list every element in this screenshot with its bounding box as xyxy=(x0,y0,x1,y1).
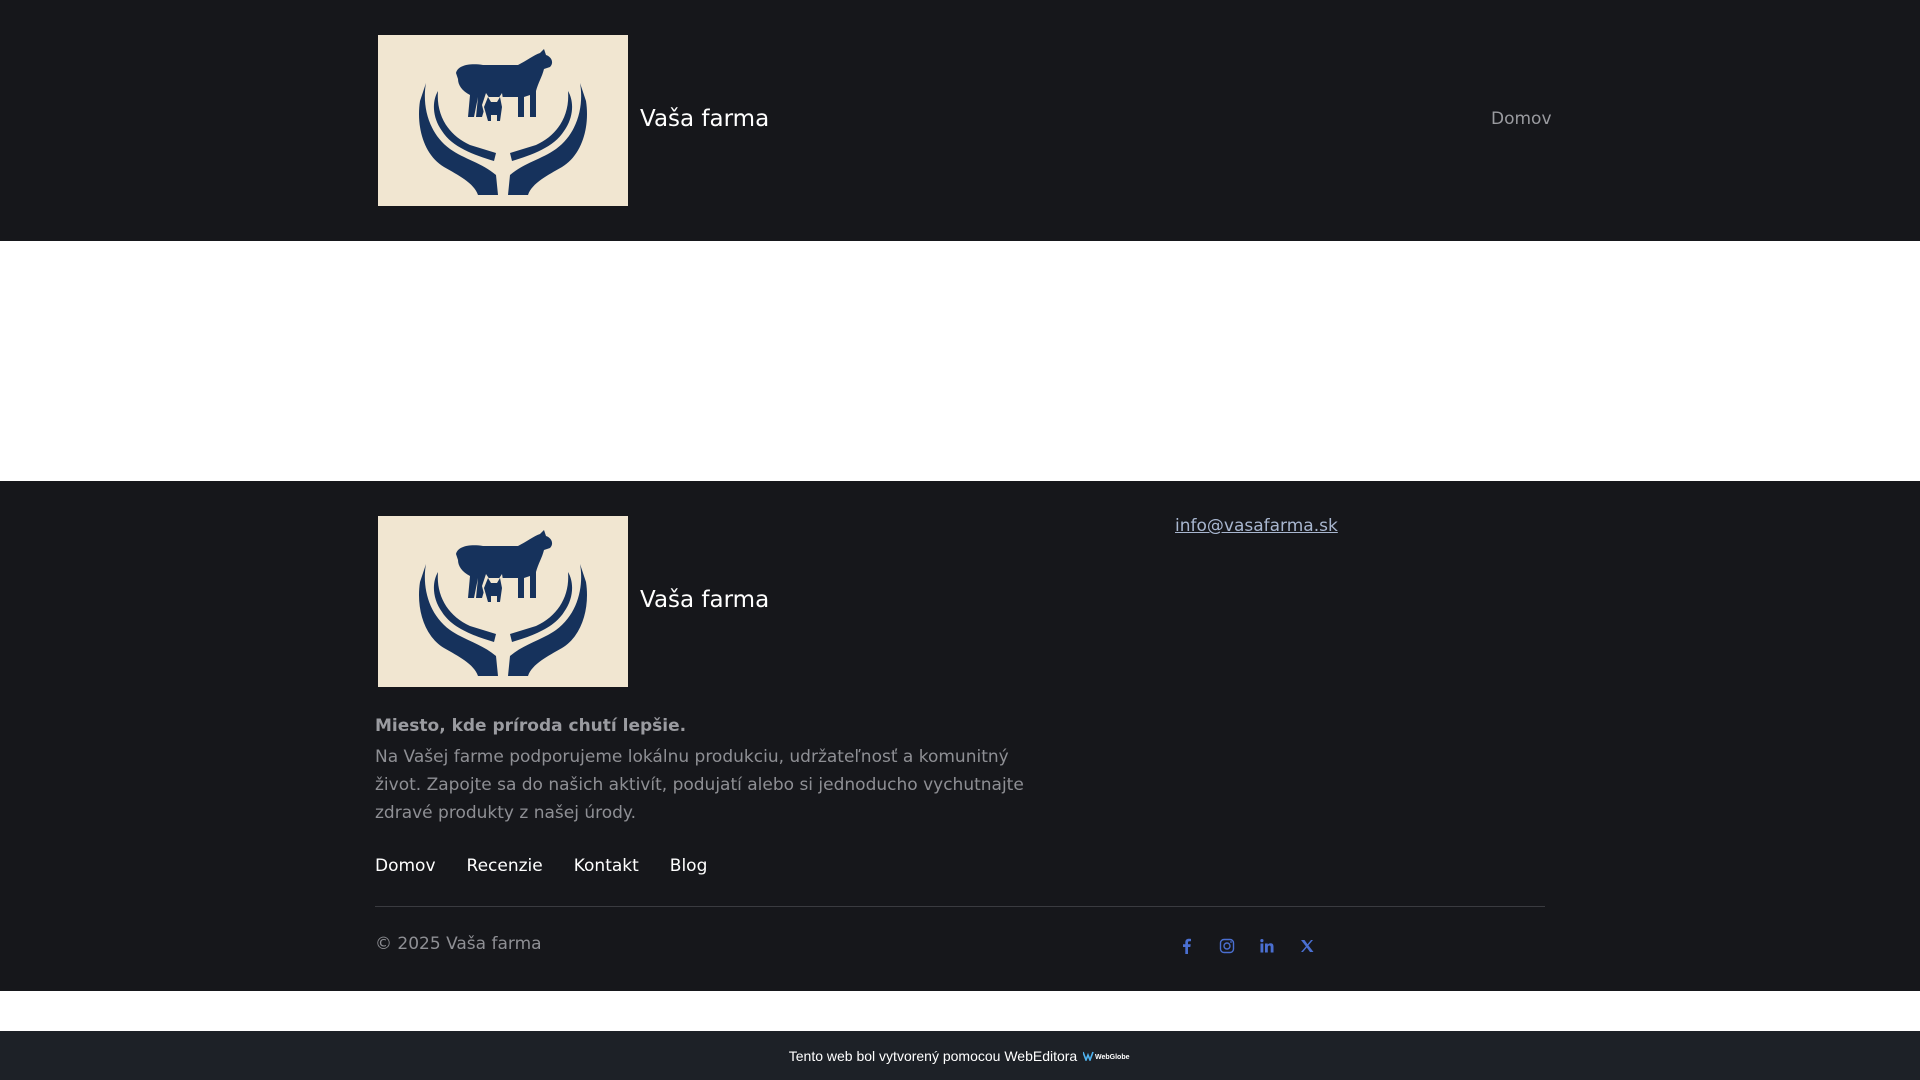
site-footer xyxy=(0,481,1920,991)
x-icon[interactable] xyxy=(1296,935,1318,957)
footer-email-link[interactable]: info@vasafarma.sk xyxy=(1175,516,1338,536)
webeditor-badge[interactable]: Tento web bol vytvorený pomocou WebEdito… xyxy=(0,1031,1920,1080)
facebook-icon[interactable] xyxy=(1176,935,1198,957)
site-title[interactable]: Vaša farma xyxy=(640,105,769,133)
footer-nav-kontakt[interactable]: Kontakt xyxy=(574,856,639,876)
nav-link-domov[interactable]: Domov xyxy=(1491,109,1552,129)
footer-description: Na Vašej farme podporujeme lokálnu produ… xyxy=(375,747,1024,823)
footer-tagline: Miesto, kde príroda chutí lepšie. xyxy=(375,716,687,736)
instagram-icon[interactable] xyxy=(1216,935,1238,957)
footer-logo[interactable] xyxy=(378,516,628,687)
footer-site-title[interactable]: Vaša farma xyxy=(640,586,769,614)
badge-text: Tento web bol vytvorený pomocou WebEdito… xyxy=(788,1047,1078,1064)
linkedin-icon[interactable] xyxy=(1256,935,1278,957)
webglobe-logo: WebGlobe xyxy=(1083,1051,1131,1061)
site-header: Vaša farma Domov xyxy=(0,0,1920,241)
farm-logo-icon xyxy=(419,49,587,195)
footer-nav-recenzie[interactable]: Recenzie xyxy=(467,856,543,876)
farm-logo-icon xyxy=(419,530,587,676)
footer-nav: Domov Recenzie Kontakt Blog xyxy=(375,856,707,876)
footer-nav-domov[interactable]: Domov xyxy=(375,856,436,876)
site-logo[interactable] xyxy=(378,35,628,206)
webglobe-logo-text: WebGlobe xyxy=(1095,1054,1130,1061)
footer-copyright: © 2025 Vaša farma xyxy=(375,934,542,954)
footer-nav-blog[interactable]: Blog xyxy=(670,856,708,876)
footer-divider xyxy=(375,906,1545,907)
